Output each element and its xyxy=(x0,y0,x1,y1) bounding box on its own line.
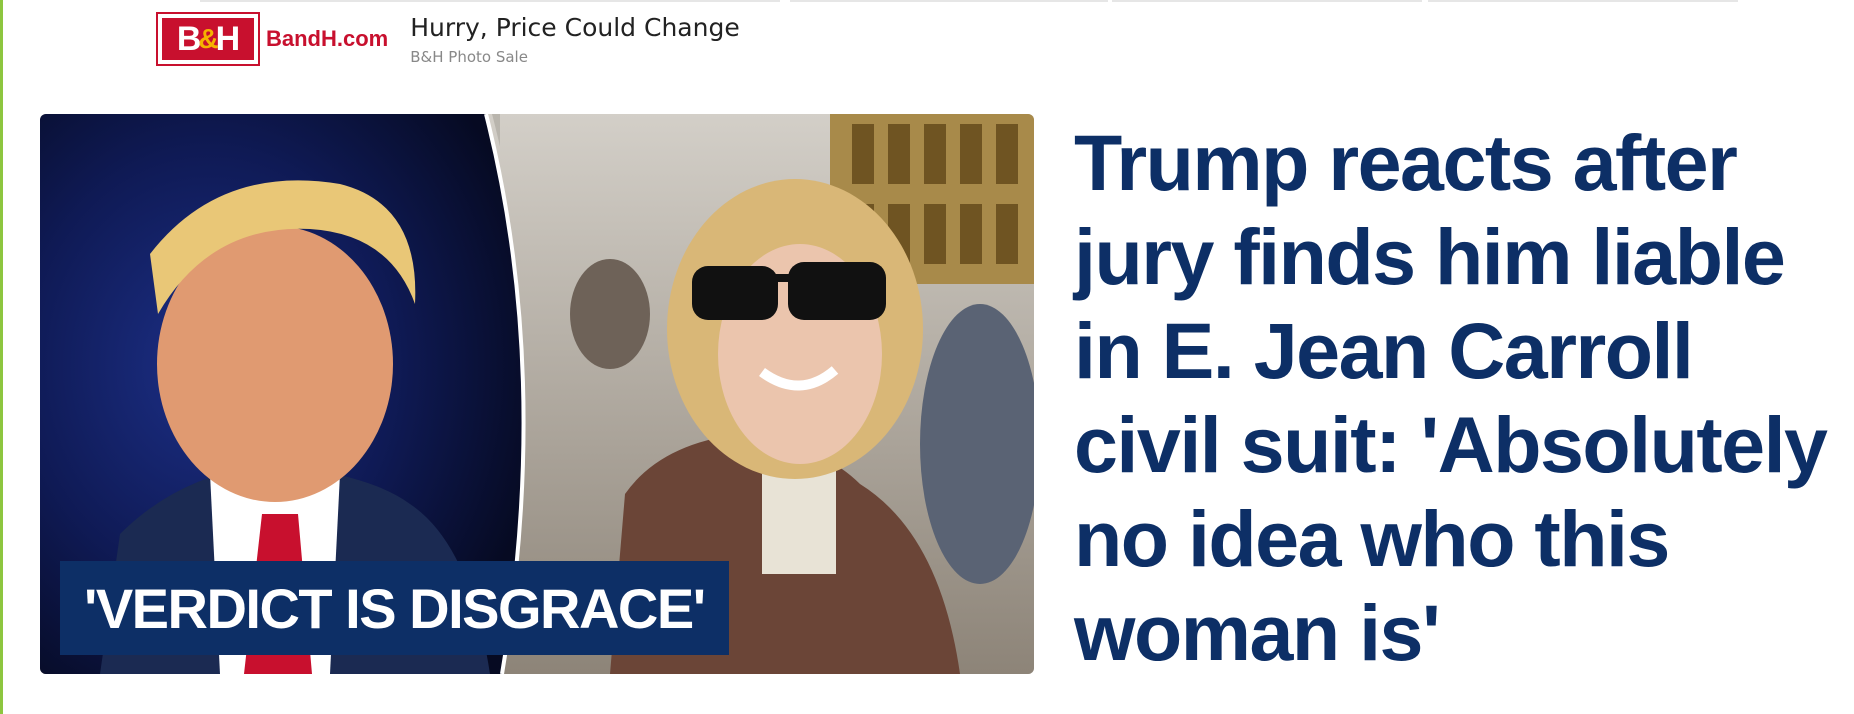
sponsored-ad[interactable]: B & H BandH.com Hurry, Price Could Change … xyxy=(156,10,740,68)
ad-domain: BandH.com xyxy=(266,26,389,51)
top-divider xyxy=(1112,0,1422,2)
top-divider xyxy=(790,0,1108,2)
image-caption: 'VERDICT IS DISGRACE' xyxy=(84,576,706,640)
story-headline[interactable]: Trump reacts after jury finds him liable… xyxy=(1074,116,1849,680)
ad-source: B&H Photo Sale xyxy=(410,47,528,66)
top-divider xyxy=(1428,0,1738,2)
ad-headline[interactable]: Hurry, Price Could Change xyxy=(410,13,739,42)
top-divider xyxy=(200,0,780,2)
story-image[interactable]: 'VERDICT IS DISGRACE' xyxy=(40,114,1034,674)
image-caption-banner: 'VERDICT IS DISGRACE' xyxy=(60,561,729,655)
left-accent-bar xyxy=(0,0,3,714)
bh-logo: B & H xyxy=(156,12,260,66)
